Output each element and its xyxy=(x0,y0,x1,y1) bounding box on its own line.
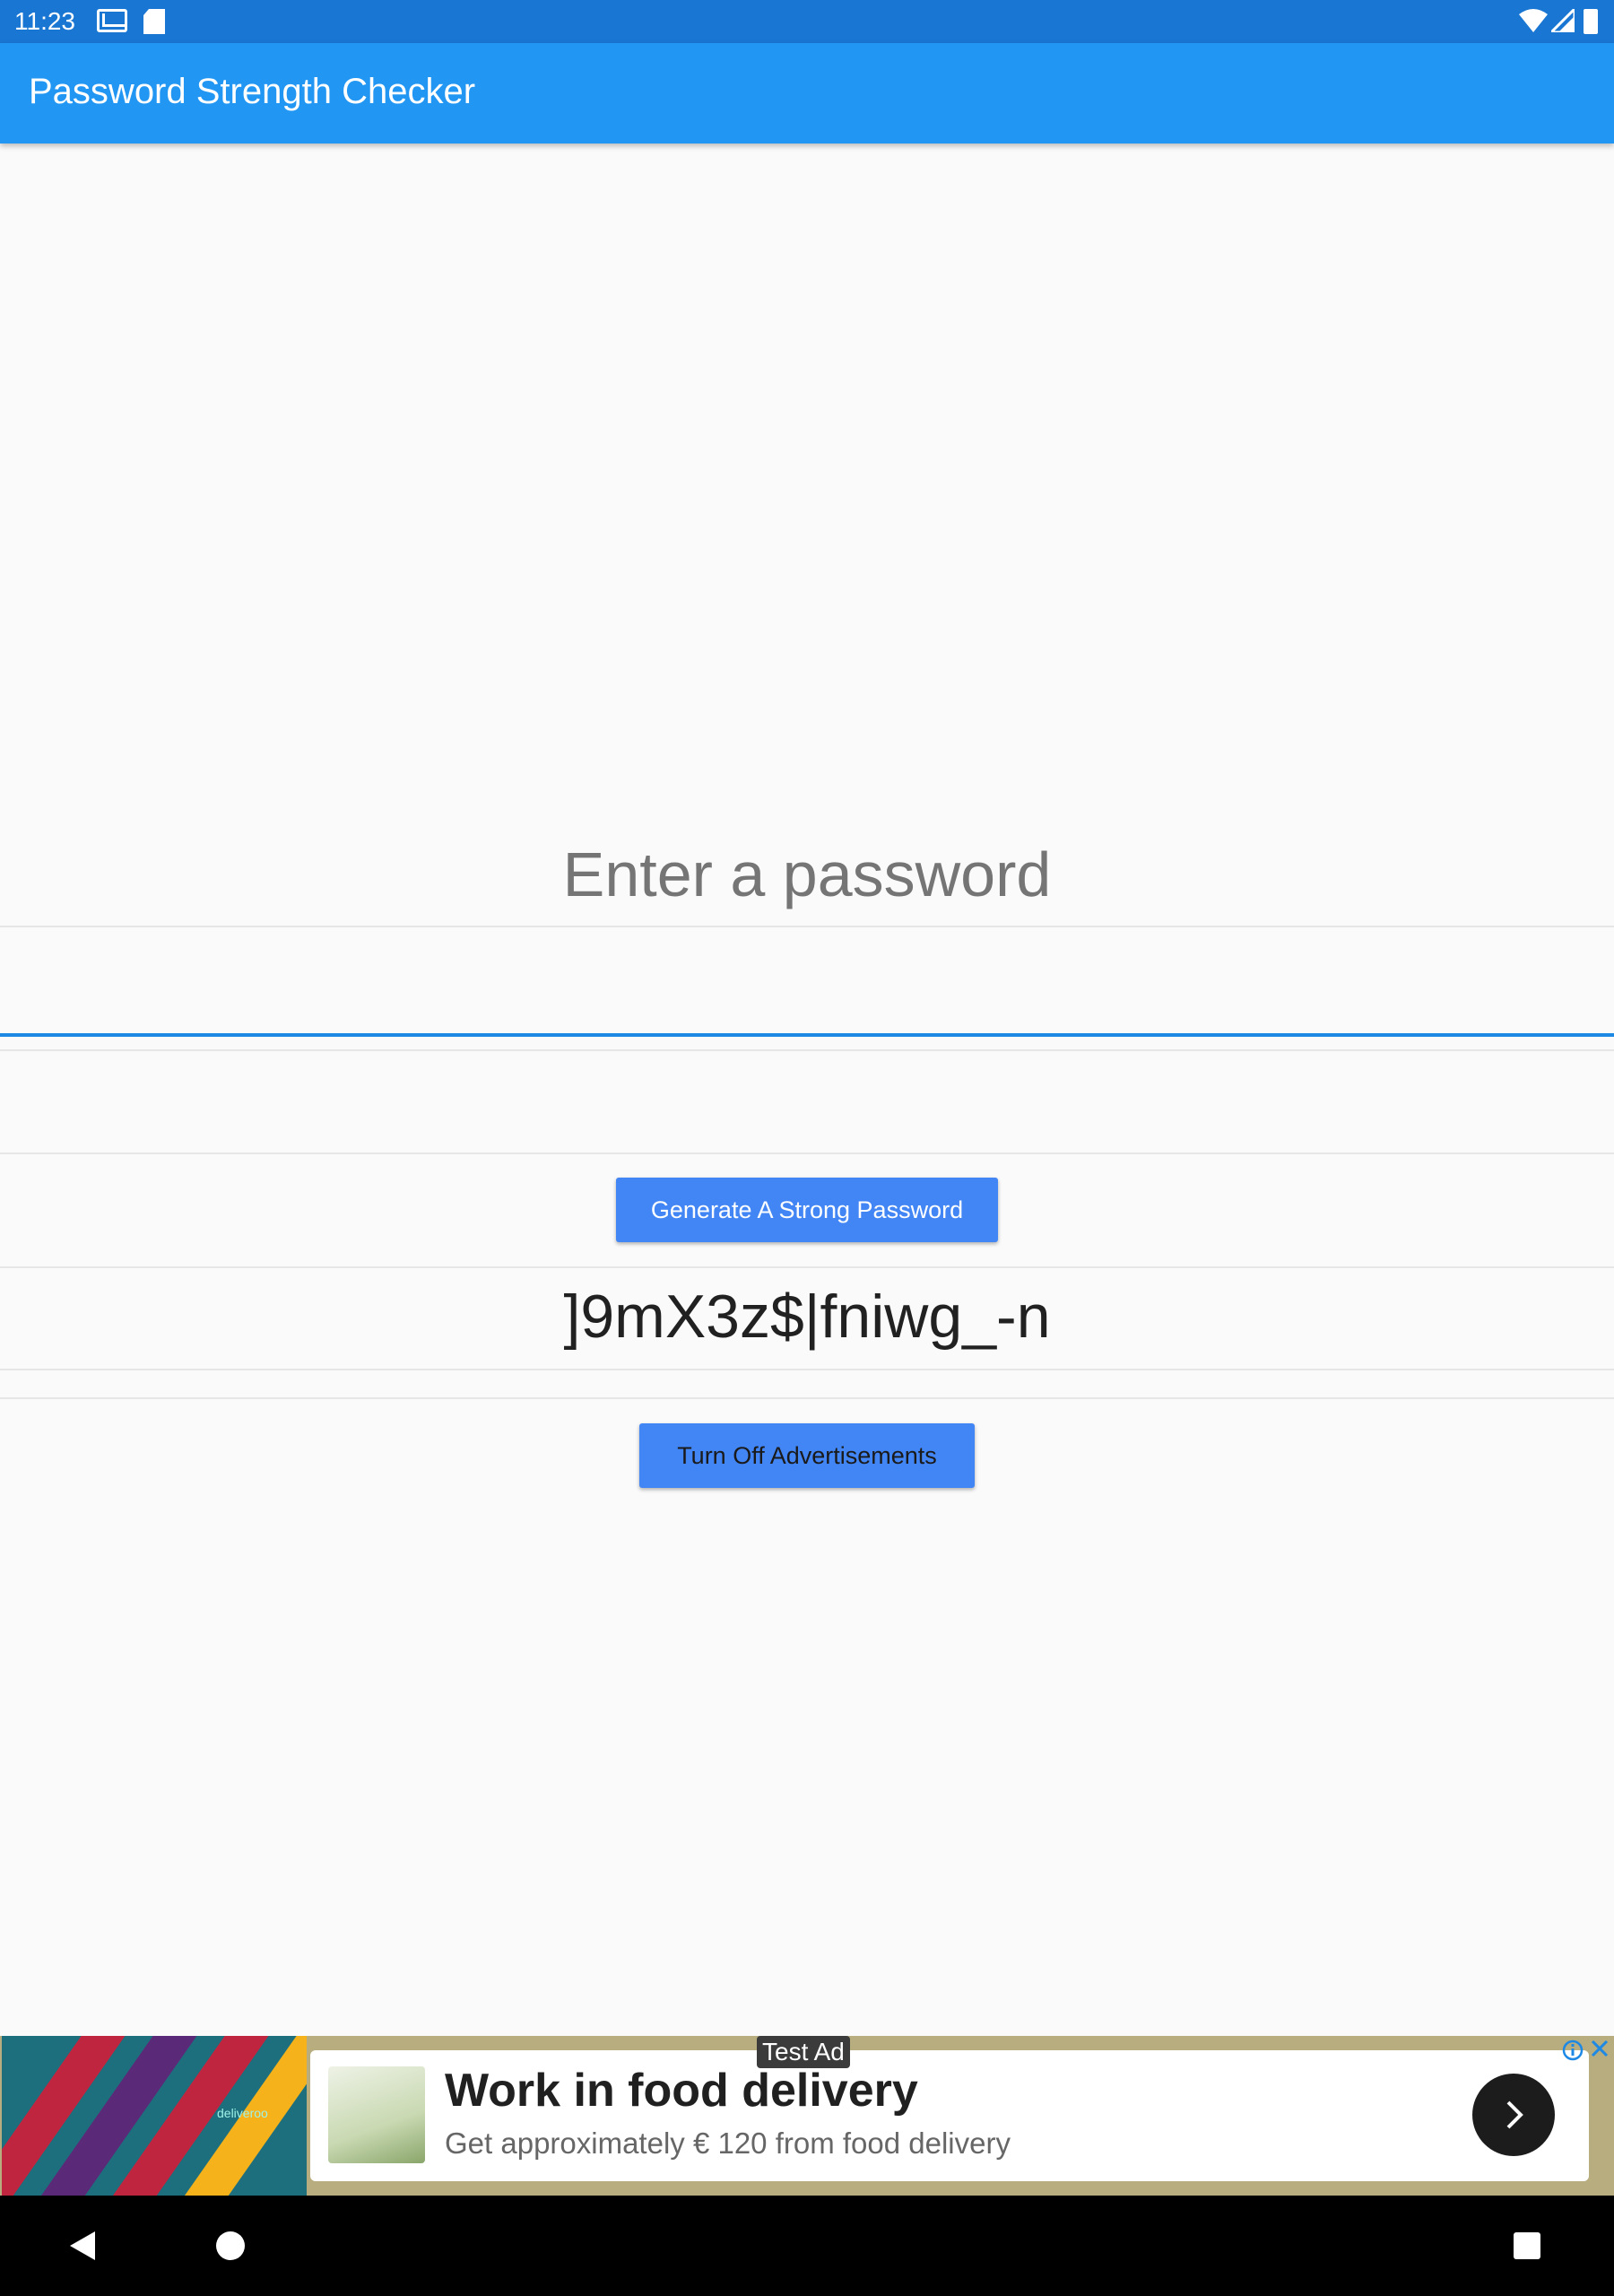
generated-password: ]9mX3z$|fniwg_-n xyxy=(563,1283,1051,1351)
divider xyxy=(0,1369,1614,1370)
navigation-bar xyxy=(0,2196,1614,2296)
generate-password-button[interactable]: Generate A Strong Password xyxy=(616,1178,998,1242)
battery-icon xyxy=(1584,9,1598,34)
divider xyxy=(0,1049,1614,1051)
divider xyxy=(0,1152,1614,1154)
ad-headline: Work in food delivery xyxy=(445,2065,918,2117)
gmail-icon xyxy=(97,9,127,32)
app-title: Password Strength Checker xyxy=(29,72,476,111)
password-input[interactable] xyxy=(0,929,1614,1037)
turn-off-ads-button[interactable]: Turn Off Advertisements xyxy=(639,1423,975,1488)
close-icon[interactable] xyxy=(1589,2038,1610,2059)
password-prompt: Enter a password xyxy=(562,839,1052,909)
status-bar: 11:23 xyxy=(0,0,1614,43)
ad-brand-image: deliveroo xyxy=(2,2036,307,2196)
sd-card-icon xyxy=(143,9,165,34)
divider xyxy=(0,1397,1614,1399)
divider xyxy=(0,926,1614,927)
signal-icon xyxy=(1551,9,1575,32)
chevron-right-icon xyxy=(1506,2100,1523,2129)
ad-cta-button[interactable] xyxy=(1472,2074,1555,2156)
ad-description: Get approximately € 120 from food delive… xyxy=(445,2126,1011,2160)
recents-icon[interactable] xyxy=(1514,2232,1540,2259)
screen: 11:23 Password Strength Checker Enter a … xyxy=(0,0,1614,2296)
ad-brand-logo: deliveroo xyxy=(217,2106,268,2120)
home-icon[interactable] xyxy=(216,2231,245,2260)
app-bar: Password Strength Checker xyxy=(0,43,1614,144)
status-time: 11:23 xyxy=(14,7,75,35)
info-icon[interactable] xyxy=(1562,2039,1584,2061)
ad-card[interactable]: Work in food delivery Get approximately … xyxy=(310,2050,1589,2181)
back-icon[interactable] xyxy=(70,2231,95,2260)
divider xyxy=(0,1266,1614,1268)
test-ad-label: Test Ad xyxy=(757,2036,850,2068)
ad-thumbnail xyxy=(328,2066,425,2163)
wifi-icon xyxy=(1519,9,1548,32)
